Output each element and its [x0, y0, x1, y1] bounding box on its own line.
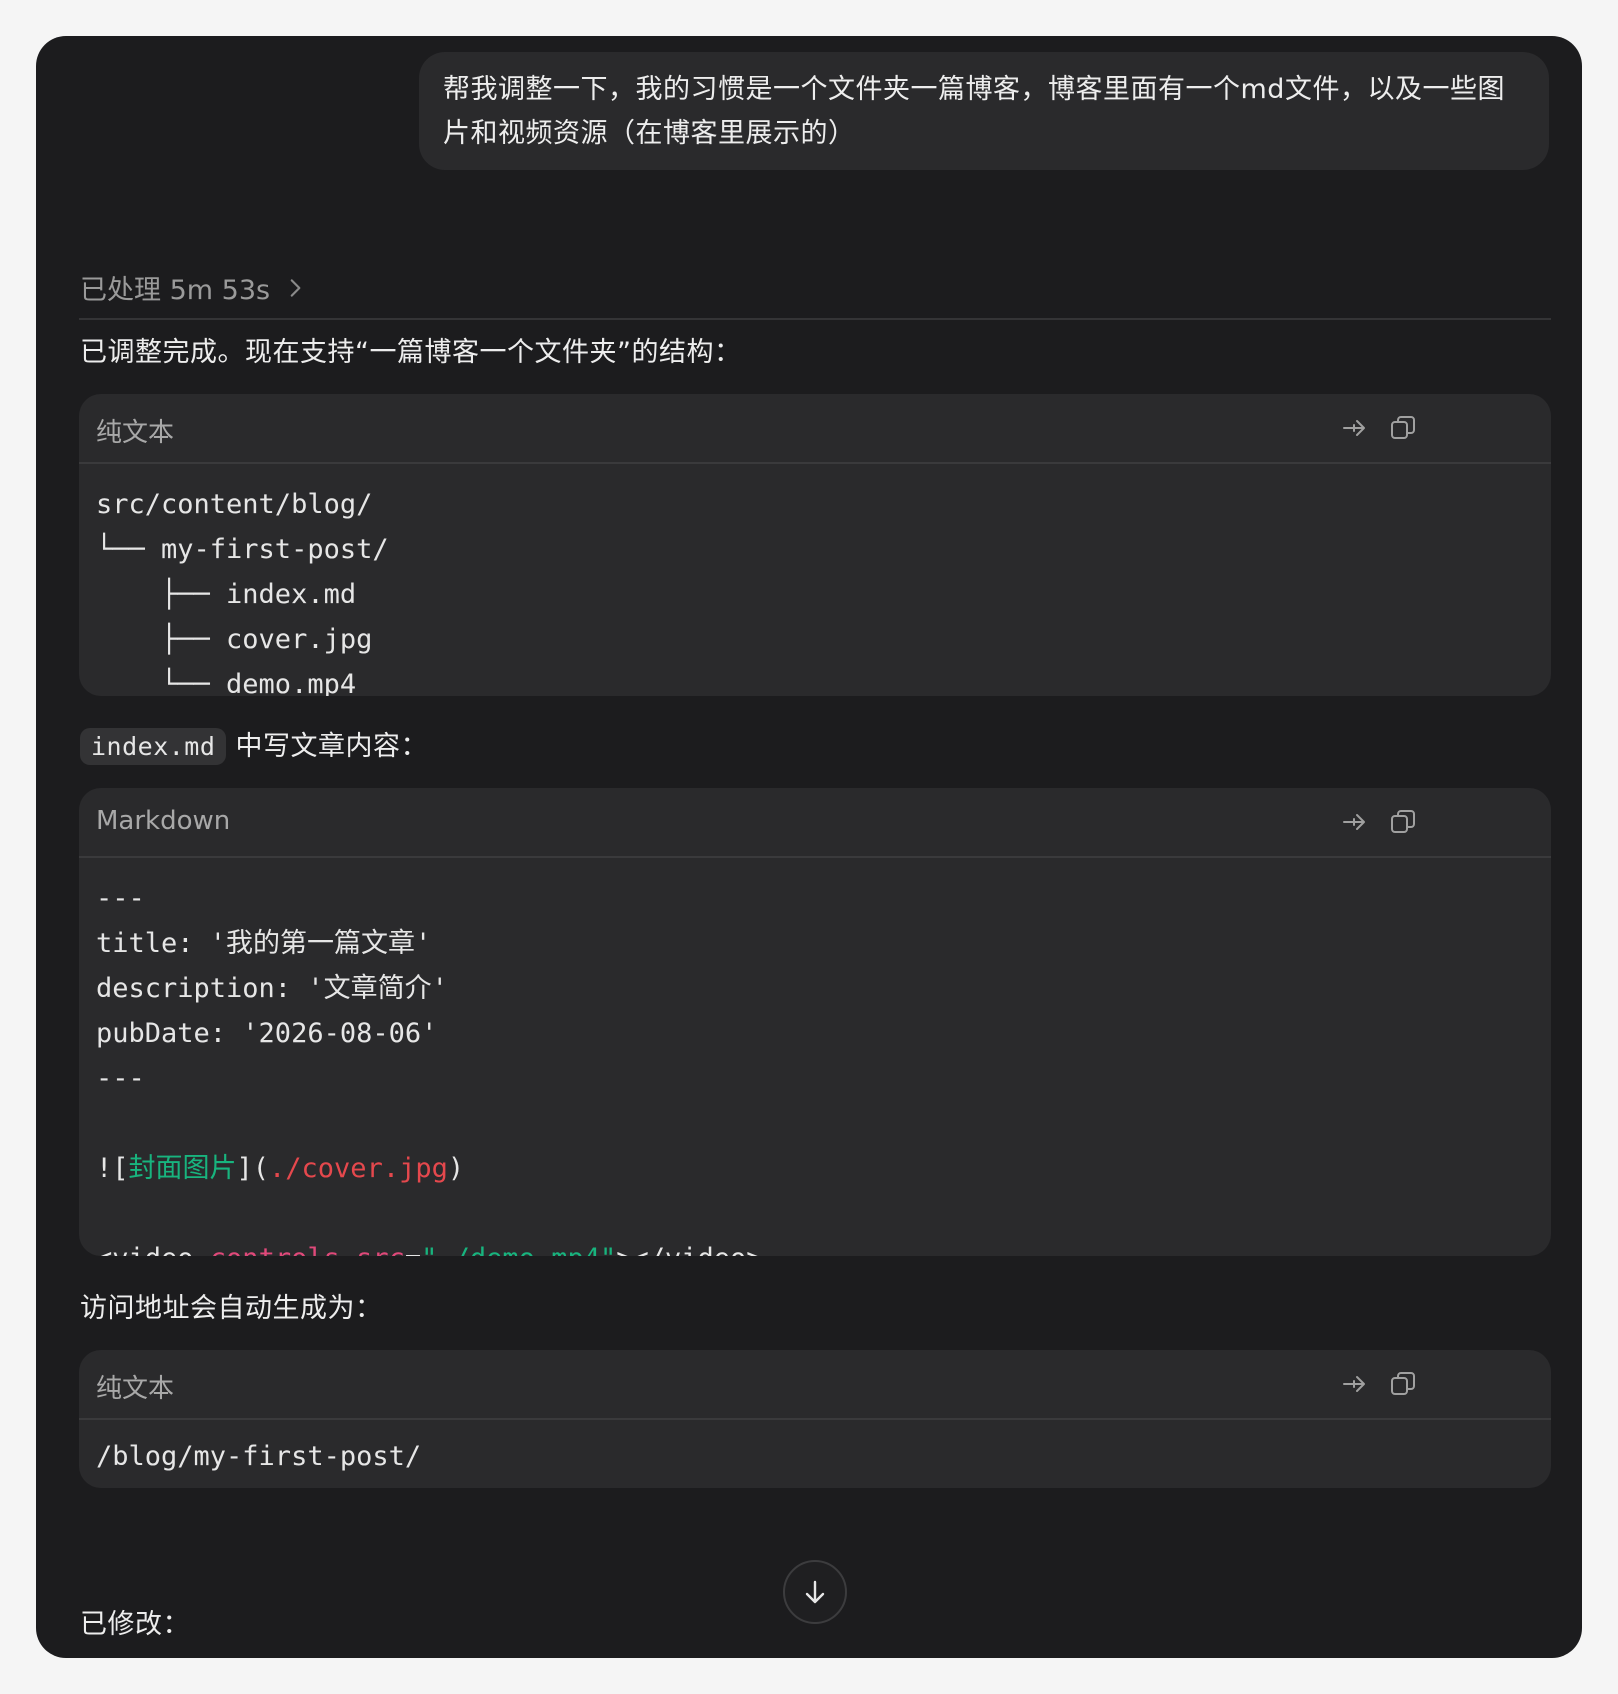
code-block-language: 纯文本 — [96, 418, 175, 448]
code-line: └── demo.mp4 — [96, 669, 357, 696]
index-md-paragraph: index.md 中写文章内容： — [80, 724, 429, 765]
chat-window: 帮我调整一下，我的习惯是一个文件夹一篇博客，博客里面有一个md文件，以及一些图片… — [36, 36, 1582, 1658]
arrow-down-icon — [805, 1580, 825, 1604]
code-line: └── my-first-post/ — [96, 534, 389, 565]
code-line: description: '文章简介' — [96, 973, 448, 1004]
code-block-markdown: Markdown --- title: '我的第一篇文章' description:… — [79, 788, 1551, 1256]
md-token: ![ — [96, 1153, 129, 1184]
chevron-right-icon — [290, 278, 301, 297]
divider — [79, 318, 1551, 320]
code-block-header: 纯文本 — [79, 1350, 1551, 1420]
modified-label: 已修改： — [80, 1609, 190, 1640]
user-message-bubble: 帮我调整一下，我的习惯是一个文件夹一篇博客，博客里面有一个md文件，以及一些图片… — [419, 52, 1549, 170]
code-line: --- — [96, 883, 145, 914]
arrow-right-icon[interactable] — [1339, 806, 1371, 838]
copy-icon[interactable] — [1387, 412, 1419, 444]
html-attr: controls — [210, 1243, 340, 1256]
html-tag: <video — [96, 1243, 210, 1256]
access-paragraph: 访问地址会自动生成为： — [80, 1293, 383, 1324]
code-block-content: --- title: '我的第一篇文章' description: '文章简介' pu… — [79, 858, 1551, 1256]
html-space — [340, 1243, 356, 1256]
code-line: --- — [96, 1063, 145, 1094]
code-line-video: <video controls src="./demo.mp4"></video… — [96, 1236, 1534, 1256]
copy-icon[interactable] — [1387, 1368, 1419, 1400]
user-message-text: 帮我调整一下，我的习惯是一个文件夹一篇博客，博客里面有一个md文件，以及一些图片… — [443, 74, 1505, 149]
html-tag: ></video> — [616, 1243, 762, 1256]
code-line: ├── index.md — [96, 579, 357, 610]
inline-code: index.md — [80, 728, 227, 765]
html-attr-value: "./demo.mp4" — [421, 1243, 616, 1256]
scroll-to-bottom-button[interactable] — [783, 1560, 847, 1624]
code-block-tree: 纯文本 src/content/blog/ └── my-first-post/ … — [79, 394, 1551, 696]
code-block-language: 纯文本 — [96, 1374, 175, 1404]
html-attr: src — [356, 1243, 405, 1256]
copy-icon[interactable] — [1387, 806, 1419, 838]
code-block-url: 纯文本 /blog/my-first-post/ — [79, 1350, 1551, 1488]
html-token: = — [405, 1243, 421, 1256]
code-line: pubDate: '2026-08-06' — [96, 1018, 438, 1049]
code-line: ├── cover.jpg — [96, 624, 373, 655]
code-block-content: /blog/my-first-post/ — [79, 1420, 1551, 1479]
md-image-alt: 封面图片 — [128, 1153, 237, 1184]
processed-label: 已处理 5m 53s — [80, 275, 271, 306]
md-token: ]( — [236, 1153, 270, 1184]
code-block-header: 纯文本 — [79, 394, 1551, 464]
index-md-text: 中写文章内容： — [226, 731, 429, 762]
reply-intro: 已调整完成。现在支持“一篇博客一个文件夹”的结构： — [80, 337, 742, 368]
md-token: ) — [447, 1153, 465, 1184]
code-block-content: src/content/blog/ └── my-first-post/ ├── … — [79, 464, 1551, 696]
processed-toggle[interactable]: 已处理 5m 53s — [80, 268, 308, 307]
code-line: title: '我的第一篇文章' — [96, 928, 432, 959]
code-block-language: Markdown — [96, 806, 231, 836]
code-line: src/content/blog/ — [96, 489, 373, 520]
code-block-header: Markdown — [79, 788, 1551, 858]
code-line: /blog/my-first-post/ — [96, 1441, 422, 1472]
code-line-image: ![封面图片](./cover.jpg) — [96, 1146, 1534, 1191]
arrow-right-icon[interactable] — [1339, 412, 1371, 444]
md-image-src: ./cover.jpg — [269, 1153, 448, 1184]
arrow-right-icon[interactable] — [1339, 1368, 1371, 1400]
